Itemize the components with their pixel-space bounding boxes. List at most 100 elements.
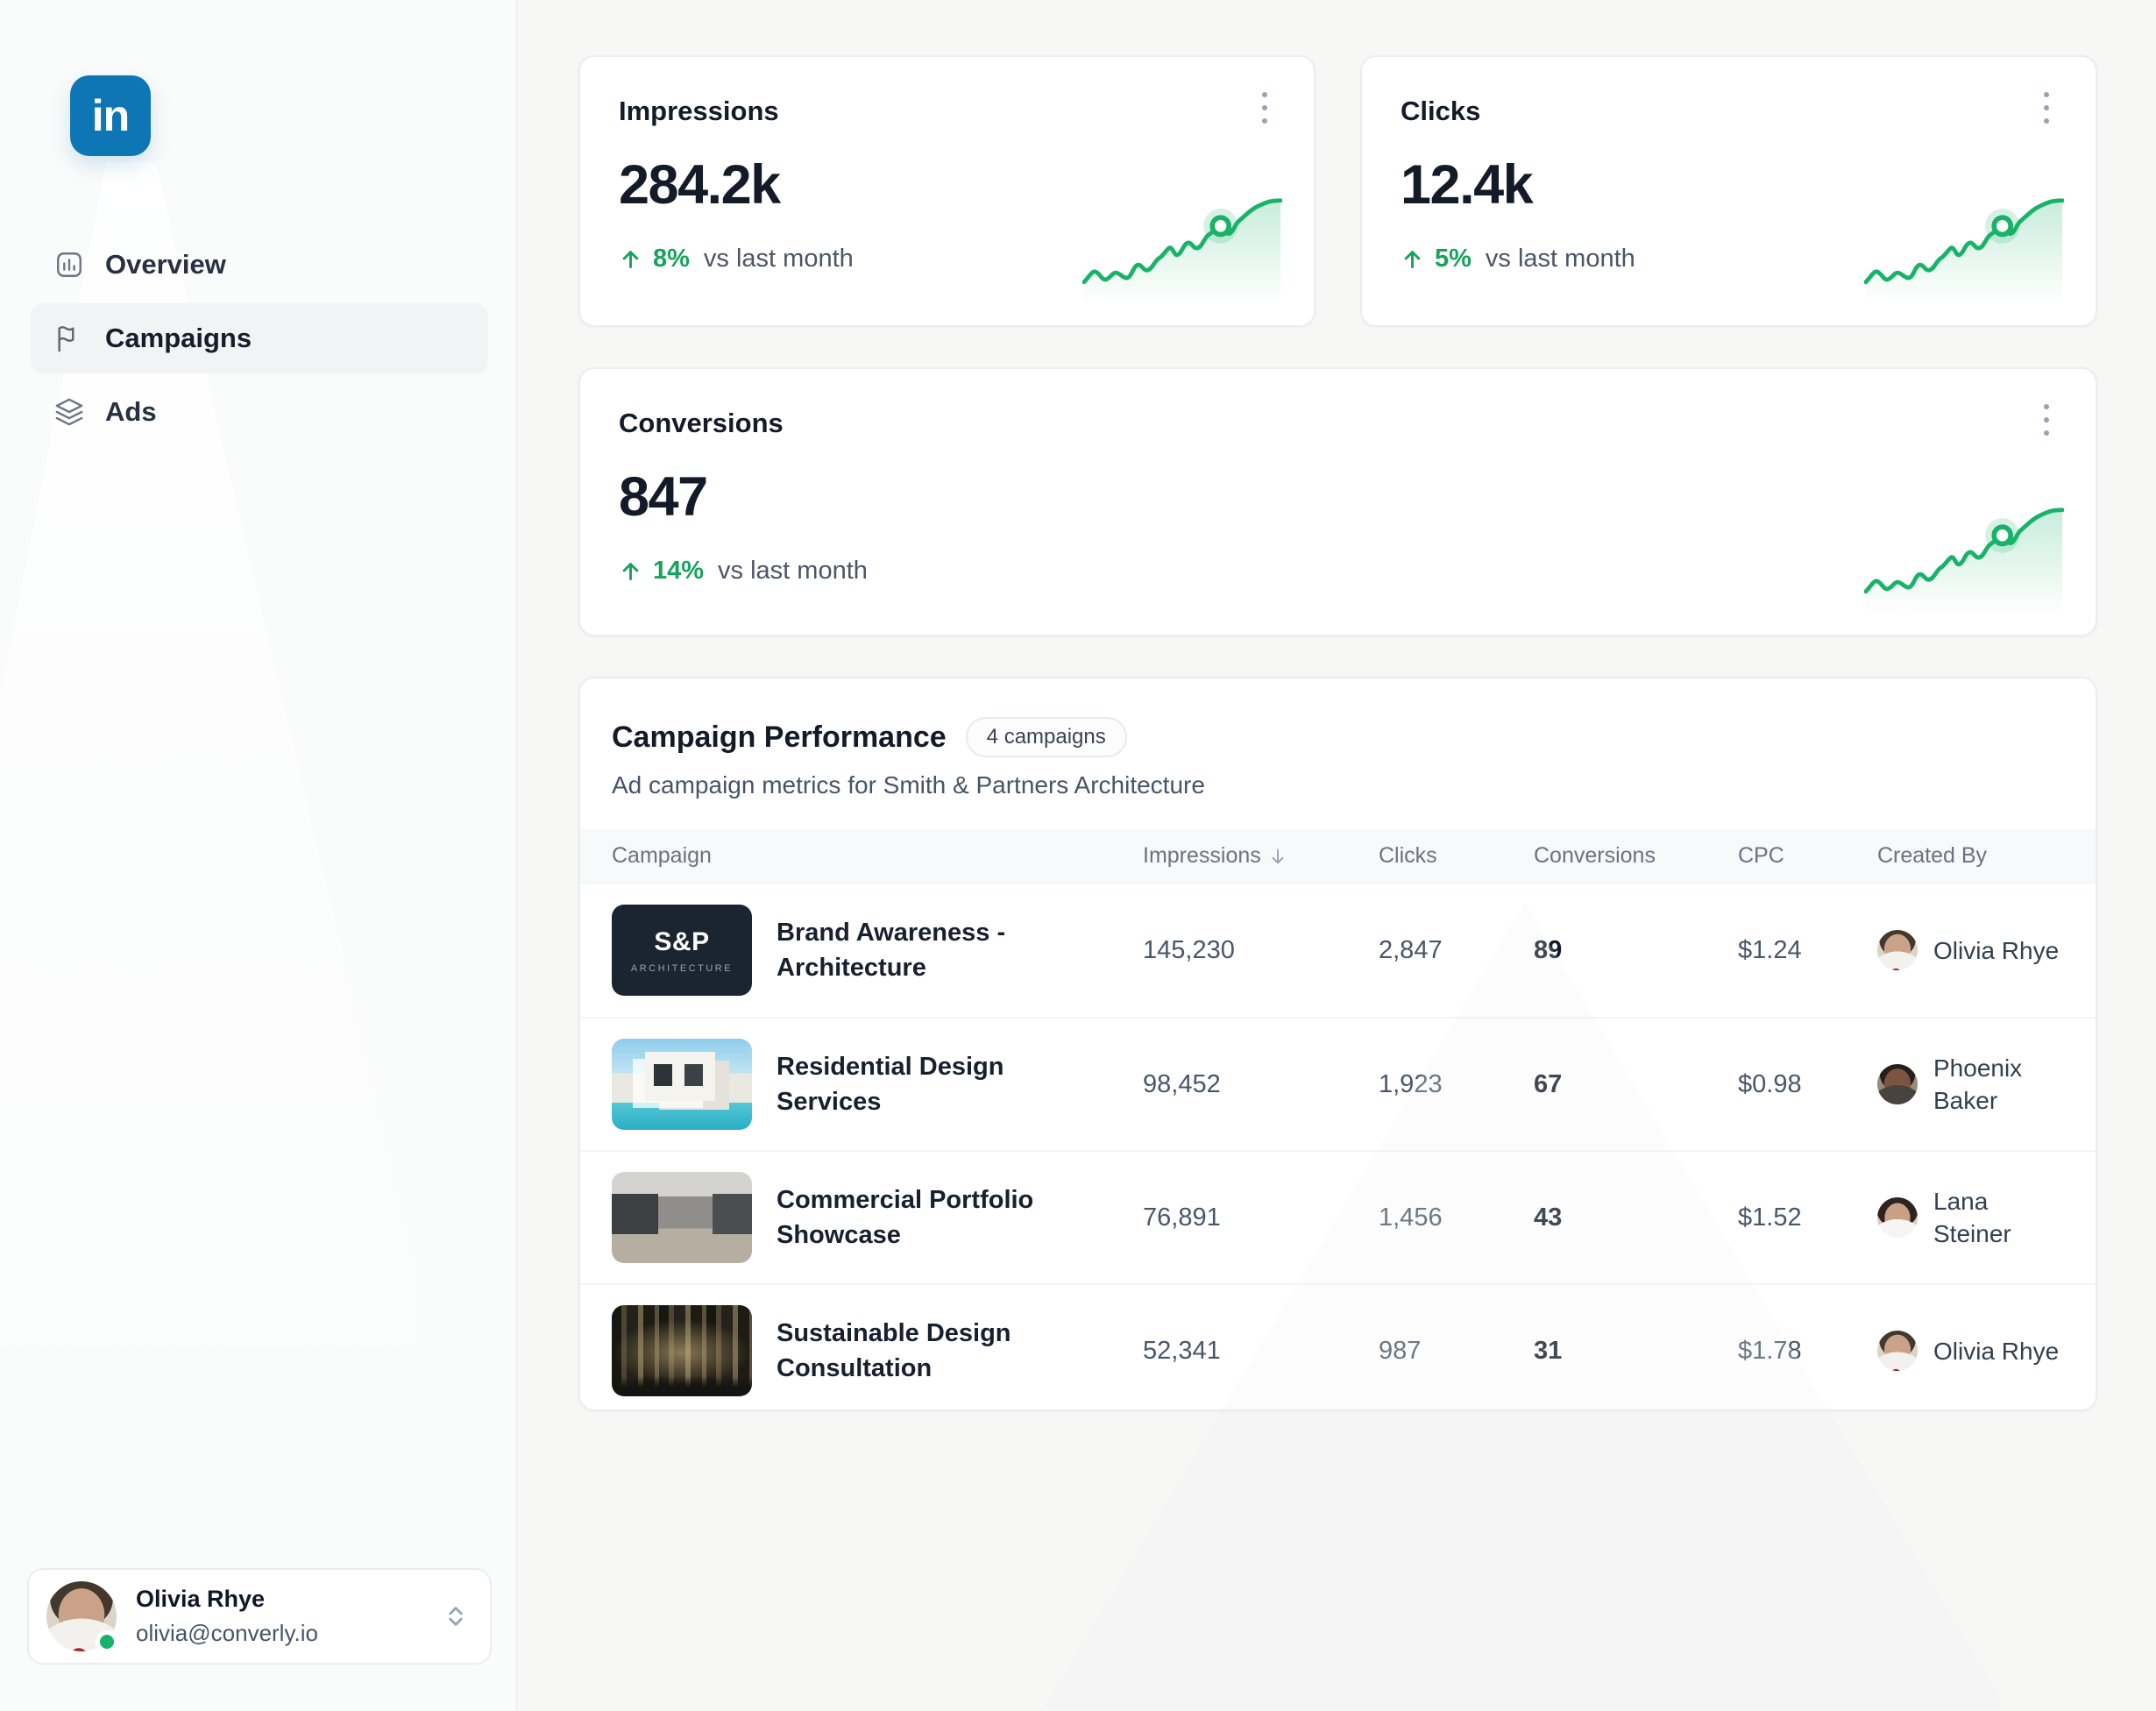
user-email: olivia@converly.io bbox=[136, 1620, 443, 1647]
created-by-name: Lana Steiner bbox=[1933, 1185, 2064, 1250]
flag-icon bbox=[54, 323, 84, 353]
campaign-performance-card: Campaign Performance 4 campaigns Ad camp… bbox=[578, 677, 2097, 1411]
stat-change-suffix: vs last month bbox=[704, 245, 854, 273]
avatar-olivia-rhye bbox=[1877, 1331, 1918, 1371]
campaign-cell: Sustainable Design Consultation bbox=[612, 1305, 1143, 1396]
bar-chart-icon bbox=[54, 250, 84, 280]
column-header-cpc: CPC bbox=[1738, 843, 1877, 869]
sidebar-item-label: Campaigns bbox=[105, 323, 252, 354]
layers-icon bbox=[54, 397, 84, 427]
campaign-cell: Residential Design Services bbox=[612, 1039, 1143, 1130]
campaign-name: Brand Awareness - Architecture bbox=[777, 915, 1066, 985]
cell-clicks: 2,847 bbox=[1379, 936, 1534, 965]
campaign-thumbnail-residential bbox=[612, 1039, 752, 1130]
created-by-cell: Lana Steiner bbox=[1877, 1185, 2064, 1250]
cell-cpc: $1.24 bbox=[1738, 936, 1877, 965]
created-by-cell: Phoenix Baker bbox=[1877, 1052, 2064, 1117]
table-row-commercial-portfolio[interactable]: Commercial Portfolio Showcase 76,891 1,4… bbox=[580, 1150, 2096, 1283]
avatar-phoenix-baker bbox=[1877, 1064, 1918, 1104]
cell-impressions: 98,452 bbox=[1143, 1070, 1379, 1099]
column-header-impressions[interactable]: Impressions bbox=[1143, 843, 1379, 869]
sparkline-chart bbox=[1864, 194, 2064, 304]
arrow-up-icon bbox=[619, 247, 642, 271]
column-header-clicks: Clicks bbox=[1379, 843, 1534, 869]
table-row-residential-design[interactable]: Residential Design Services 98,452 1,923… bbox=[580, 1017, 2096, 1150]
cell-cpc: $1.78 bbox=[1738, 1337, 1877, 1366]
campaign-name: Sustainable Design Consultation bbox=[777, 1316, 1066, 1386]
column-header-conversions: Conversions bbox=[1534, 843, 1738, 869]
stat-value: 847 bbox=[619, 465, 2057, 529]
campaign-cell: S&P ARCHITECTURE Brand Awareness - Archi… bbox=[612, 905, 1143, 996]
kebab-menu-button[interactable] bbox=[2024, 392, 2069, 448]
sidebar-nav: Overview Campaigns Ads bbox=[31, 230, 488, 447]
sp-logo-text: S&P bbox=[654, 927, 709, 957]
stat-change-value: 14% bbox=[653, 557, 704, 586]
sidebar-item-overview[interactable]: Overview bbox=[31, 230, 488, 300]
stat-card-conversions: Conversions 847 14% vs last month bbox=[578, 367, 2097, 636]
sidebar-item-label: Ads bbox=[105, 396, 157, 428]
created-by-name: Olivia Rhye bbox=[1933, 934, 2059, 967]
column-header-campaign: Campaign bbox=[612, 843, 1143, 869]
stat-card-clicks: Clicks 12.4k 5% vs last month bbox=[1360, 55, 2097, 327]
stat-card-impressions: Impressions 284.2k 8% vs last month bbox=[578, 55, 1316, 327]
stat-change-value: 8% bbox=[653, 245, 690, 273]
cell-impressions: 76,891 bbox=[1143, 1203, 1379, 1232]
campaign-thumbnail-forest bbox=[612, 1305, 752, 1396]
avatar-lana-steiner bbox=[1877, 1197, 1918, 1238]
arrow-up-icon bbox=[619, 559, 642, 583]
cell-clicks: 987 bbox=[1379, 1337, 1534, 1366]
campaign-performance-title: Campaign Performance bbox=[612, 721, 947, 755]
stat-change-row: 14% vs last month bbox=[619, 557, 2057, 586]
cell-cpc: $1.52 bbox=[1738, 1203, 1877, 1232]
stat-change-value: 5% bbox=[1435, 245, 1472, 273]
user-avatar-wrap bbox=[46, 1581, 117, 1651]
column-header-created-by: Created By bbox=[1877, 843, 2064, 869]
sidebar-item-ads[interactable]: Ads bbox=[31, 377, 488, 447]
cell-conversions: 31 bbox=[1534, 1337, 1738, 1366]
created-by-cell: Olivia Rhye bbox=[1877, 930, 2064, 970]
user-menu[interactable]: Olivia Rhye olivia@converly.io bbox=[27, 1568, 492, 1665]
sp-logo-subtext: ARCHITECTURE bbox=[631, 963, 733, 974]
online-status-dot bbox=[96, 1630, 118, 1653]
campaign-count-badge: 4 campaigns bbox=[966, 717, 1127, 757]
cell-clicks: 1,456 bbox=[1379, 1203, 1534, 1232]
sparkline-chart bbox=[1864, 503, 2064, 614]
stat-change-suffix: vs last month bbox=[718, 557, 868, 586]
table-row-sustainable-design[interactable]: Sustainable Design Consultation 52,341 9… bbox=[580, 1283, 2096, 1416]
campaign-name: Residential Design Services bbox=[777, 1049, 1066, 1119]
stat-title: Impressions bbox=[619, 96, 1275, 127]
sparkline-chart bbox=[1082, 194, 1282, 304]
cell-cpc: $0.98 bbox=[1738, 1070, 1877, 1099]
sidebar-item-label: Overview bbox=[105, 249, 226, 280]
campaign-thumbnail-sp-architecture: S&P ARCHITECTURE bbox=[612, 905, 752, 996]
table-row-brand-awareness[interactable]: S&P ARCHITECTURE Brand Awareness - Archi… bbox=[580, 884, 2096, 1017]
campaign-name: Commercial Portfolio Showcase bbox=[777, 1182, 1066, 1253]
table-header: Campaign Impressions Clicks Conversions … bbox=[580, 829, 2096, 884]
user-name: Olivia Rhye bbox=[136, 1586, 443, 1613]
sidebar: in Overview Campaigns bbox=[0, 0, 517, 1711]
chevron-selector-icon bbox=[443, 1603, 469, 1629]
stat-change-suffix: vs last month bbox=[1486, 245, 1635, 273]
stat-title: Clicks bbox=[1401, 96, 2057, 127]
created-by-name: Phoenix Baker bbox=[1933, 1052, 2064, 1117]
cell-conversions: 67 bbox=[1534, 1070, 1738, 1099]
arrow-up-icon bbox=[1401, 247, 1424, 271]
cell-conversions: 89 bbox=[1534, 936, 1738, 965]
user-texts: Olivia Rhye olivia@converly.io bbox=[136, 1586, 443, 1647]
stat-title: Conversions bbox=[619, 408, 2057, 439]
cell-impressions: 145,230 bbox=[1143, 936, 1379, 965]
kebab-menu-button[interactable] bbox=[1242, 80, 1287, 136]
campaign-thumbnail-commercial bbox=[612, 1172, 752, 1263]
kebab-menu-button[interactable] bbox=[2024, 80, 2069, 136]
sidebar-item-campaigns[interactable]: Campaigns bbox=[31, 303, 488, 373]
dashboard-screen: in Overview Campaigns bbox=[0, 0, 2156, 1711]
avatar-olivia-rhye bbox=[1877, 930, 1918, 970]
campaign-performance-header: Campaign Performance 4 campaigns Ad camp… bbox=[580, 678, 2096, 799]
campaign-performance-subtitle: Ad campaign metrics for Smith & Partners… bbox=[612, 771, 2064, 799]
cell-impressions: 52,341 bbox=[1143, 1337, 1379, 1366]
created-by-name: Olivia Rhye bbox=[1933, 1335, 2059, 1367]
linkedin-logo: in bbox=[70, 75, 151, 156]
linkedin-logo-text: in bbox=[92, 90, 129, 141]
cell-clicks: 1,923 bbox=[1379, 1070, 1534, 1099]
cell-conversions: 43 bbox=[1534, 1203, 1738, 1232]
